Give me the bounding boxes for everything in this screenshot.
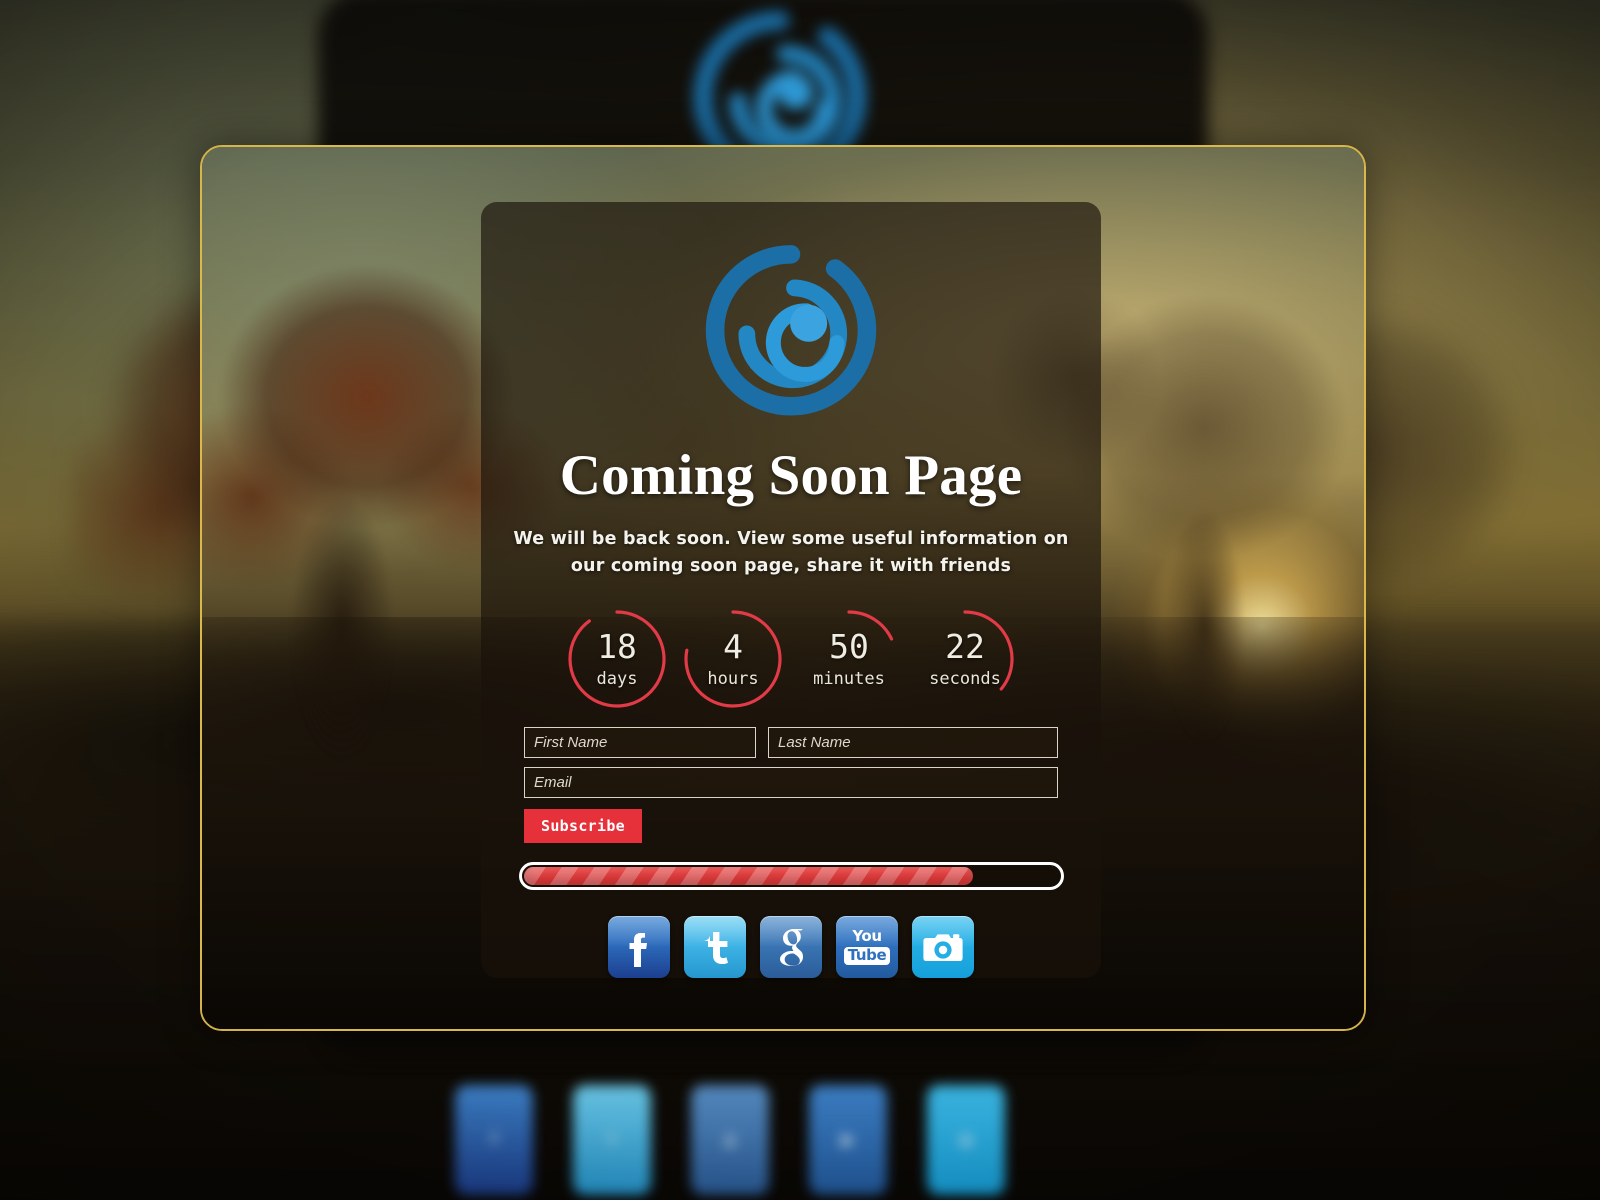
progress-bar bbox=[518, 861, 1064, 890]
countdown-value-hours: 4 bbox=[723, 626, 743, 666]
subscribe-form: Subscribe bbox=[524, 726, 1058, 843]
facebook-glyph-icon bbox=[629, 933, 647, 967]
countdown-value-minutes: 50 bbox=[829, 626, 869, 666]
last-name-input[interactable] bbox=[768, 726, 1058, 758]
content-panel: Coming Soon Page We will be back soon. V… bbox=[481, 202, 1101, 978]
countdown-unit-minutes: 50 minutes bbox=[791, 605, 907, 713]
countdown-unit-days: 18 days bbox=[559, 605, 675, 713]
twitter-glyph-icon bbox=[703, 932, 728, 964]
google-glyph-icon bbox=[780, 929, 803, 966]
background-twitter-icon: t bbox=[573, 1085, 651, 1195]
youtube-glyph-icon: You Tube bbox=[843, 927, 891, 965]
email-input[interactable] bbox=[524, 766, 1058, 798]
youtube-icon[interactable]: You Tube bbox=[836, 916, 898, 978]
page-title: Coming Soon Page bbox=[559, 443, 1023, 507]
google-plus-icon[interactable] bbox=[760, 916, 822, 978]
swirl-spiral-logo-icon bbox=[705, 245, 877, 416]
countdown-label-hours: hours bbox=[707, 668, 759, 689]
social-links: You Tube bbox=[608, 916, 974, 978]
background-social-row: f t g ▶ ◎ bbox=[455, 1085, 1005, 1195]
first-name-input[interactable] bbox=[524, 726, 756, 758]
coming-soon-card: Coming Soon Page We will be back soon. V… bbox=[200, 145, 1366, 1031]
facebook-icon[interactable] bbox=[608, 916, 670, 978]
countdown-label-days: days bbox=[596, 668, 638, 689]
background-instagram-icon: ◎ bbox=[927, 1085, 1005, 1195]
background-facebook-icon: f bbox=[455, 1085, 533, 1195]
twitter-icon[interactable] bbox=[684, 916, 746, 978]
background-google-icon: g bbox=[691, 1085, 769, 1195]
instagram-icon[interactable] bbox=[912, 916, 974, 978]
countdown-value-seconds: 22 bbox=[945, 626, 985, 666]
countdown-timer: 18 days 4 hours 50 minutes 22 seconds bbox=[559, 605, 1023, 713]
countdown-unit-hours: 4 hours bbox=[675, 605, 791, 713]
screenshot-stage: f t g ▶ ◎ Coming Soon Page We will be ba… bbox=[0, 0, 1600, 1200]
page-subtitle: We will be back soon. View some useful i… bbox=[513, 528, 1069, 576]
name-row bbox=[524, 726, 1058, 758]
subscribe-button[interactable]: Subscribe bbox=[524, 808, 642, 843]
countdown-value-days: 18 bbox=[597, 626, 637, 666]
countdown-label-seconds: seconds bbox=[929, 668, 1001, 689]
instagram-camera-glyph-icon bbox=[923, 934, 963, 961]
youtube-tube-text: Tube bbox=[843, 947, 891, 965]
background-youtube-icon: ▶ bbox=[809, 1085, 887, 1195]
countdown-label-minutes: minutes bbox=[813, 668, 885, 689]
countdown-unit-seconds: 22 seconds bbox=[907, 605, 1023, 713]
progress-bar-fill bbox=[523, 866, 973, 885]
youtube-you-text: You bbox=[852, 927, 882, 945]
